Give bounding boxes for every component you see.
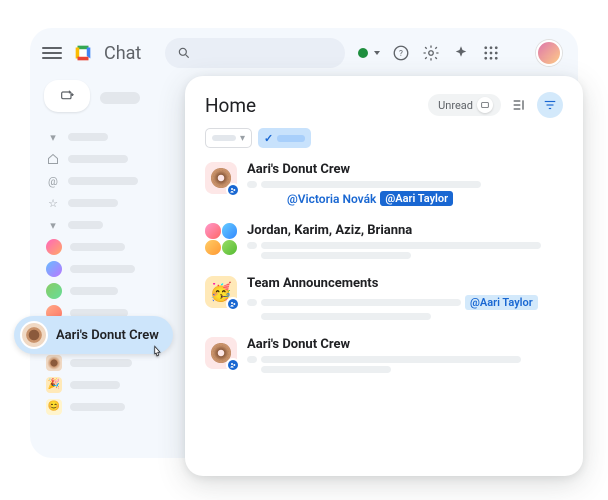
mention-link[interactable]: @Victoria Novák (287, 192, 376, 206)
sidebar-space[interactable]: 😊 (42, 396, 192, 418)
cursor-icon (148, 344, 166, 366)
sidebar-space-selected[interactable] (42, 352, 192, 374)
help-icon[interactable]: ? (392, 44, 410, 62)
home-panel: Home Unread ▾ ✓ Aari's Donut Crew (185, 76, 583, 476)
donut-avatar-icon (20, 321, 48, 349)
unread-label: Unread (438, 99, 473, 112)
top-bar: Chat ? (30, 28, 578, 74)
space-badge-icon (226, 297, 240, 311)
sort-icon[interactable] (511, 97, 527, 113)
conversation-title: Team Announcements (247, 276, 563, 291)
svg-text:?: ? (399, 49, 403, 59)
conversation-title: Jordan, Karim, Aziz, Brianna (247, 223, 563, 238)
status-active-icon[interactable] (358, 48, 368, 58)
sidebar-section-header[interactable]: ▾ (42, 214, 192, 236)
space-badge-icon (226, 183, 240, 197)
filter-dropdown[interactable]: ▾ (205, 128, 252, 148)
mention-self-chip[interactable]: @Aari Taylor (465, 295, 538, 310)
sidebar-item-mentions[interactable]: @ (42, 170, 192, 192)
sidebar-dm[interactable] (42, 236, 192, 258)
compose-placeholder (100, 92, 140, 104)
sidebar-dm[interactable] (42, 280, 192, 302)
settings-icon[interactable] (422, 44, 440, 62)
chat-logo (72, 42, 94, 64)
conversation-list: Aari's Donut Crew @Victoria Novák @Aari … (205, 162, 563, 376)
filter-chip-active[interactable]: ✓ (258, 128, 311, 148)
filter-button[interactable] (537, 92, 563, 118)
space-avatar: 🥳 (205, 276, 237, 308)
space-badge-icon (226, 358, 240, 372)
conversation-item[interactable]: Aari's Donut Crew (205, 337, 563, 376)
space-avatar (205, 162, 237, 194)
conversation-item[interactable]: 🥳 Team Announcements @Aari Taylor (205, 276, 563, 323)
sparkle-icon[interactable] (452, 44, 470, 62)
sidebar-item-starred[interactable]: ☆ (42, 192, 192, 214)
unread-toggle[interactable]: Unread (428, 94, 501, 116)
page-title: Home (205, 94, 256, 117)
space-avatar (205, 337, 237, 369)
sidebar-section-header[interactable]: ▾ (42, 126, 192, 148)
search-icon (177, 46, 191, 60)
filter-icon (543, 98, 557, 112)
chevron-down-icon[interactable] (374, 51, 380, 55)
apps-grid-icon[interactable] (482, 44, 500, 62)
sidebar: ▾ @ ☆ ▾ ▾ 🎉 😊 (42, 80, 192, 418)
conversation-item[interactable]: Jordan, Karim, Aziz, Brianna (205, 223, 563, 262)
search-input[interactable] (165, 38, 345, 68)
brand-label: Chat (104, 43, 141, 64)
hover-label: Aari's Donut Crew (56, 328, 159, 343)
compose-icon (59, 88, 75, 104)
group-avatar (205, 223, 237, 255)
conversation-item[interactable]: Aari's Donut Crew @Victoria Novák @Aari … (205, 162, 563, 209)
account-avatar[interactable] (536, 40, 562, 66)
sidebar-dm[interactable] (42, 258, 192, 280)
conversation-title: Aari's Donut Crew (247, 337, 563, 352)
sidebar-item-home[interactable] (42, 148, 192, 170)
mention-self-chip[interactable]: @Aari Taylor (380, 191, 453, 206)
top-right-icons: ? (358, 40, 562, 66)
menu-button[interactable] (42, 43, 62, 63)
unread-toggle-icon (477, 97, 493, 113)
check-icon: ✓ (264, 132, 273, 145)
sidebar-space[interactable]: 🎉 (42, 374, 192, 396)
conversation-title: Aari's Donut Crew (247, 162, 563, 177)
compose-button[interactable] (44, 80, 90, 112)
